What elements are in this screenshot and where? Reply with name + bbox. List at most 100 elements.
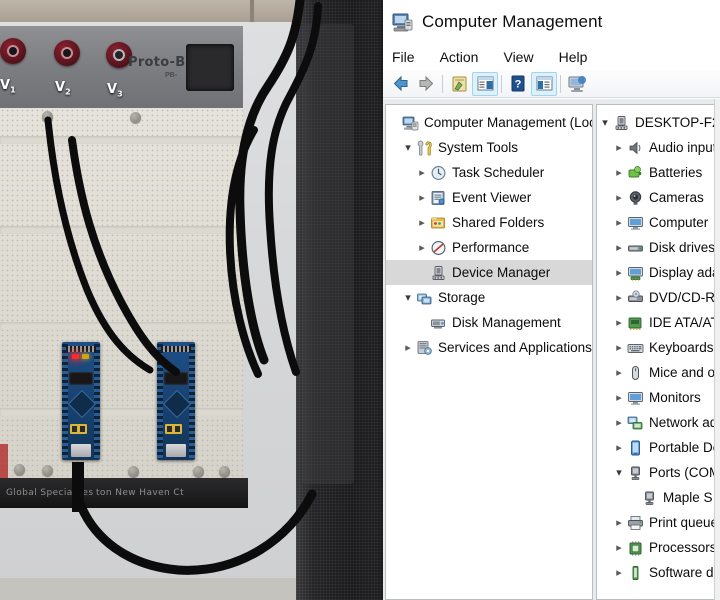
chevron-right-icon[interactable]: ▸ [611, 317, 627, 328]
chevron-right-icon[interactable]: ▸ [414, 167, 430, 178]
chevron-down-icon[interactable]: ▾ [400, 142, 416, 153]
dvd-drive-icon [627, 289, 644, 306]
device-category-portable-devices[interactable]: ▸ Portable De [597, 435, 720, 460]
clock-icon [430, 165, 447, 181]
chevron-right-icon[interactable]: ▸ [611, 392, 627, 403]
tree-item-disk-management-label: Disk Management [452, 315, 561, 330]
menu-file[interactable]: File [392, 49, 415, 65]
chevron-right-icon[interactable]: ▸ [611, 542, 627, 553]
tree-item-system-tools-label: System Tools [438, 140, 519, 155]
chevron-right-icon[interactable]: ▸ [611, 292, 627, 303]
battery-icon [627, 165, 644, 181]
chevron-right-icon[interactable]: ▸ [611, 192, 627, 203]
chevron-right-icon[interactable]: ▸ [414, 217, 430, 228]
device-category-dvd-cd-rom-drives[interactable]: ▸ DVD/CD-RO [597, 285, 720, 310]
tree-item-disk-management[interactable]: Disk Management [386, 310, 592, 335]
device-category-cameras[interactable]: ▸ Cameras [597, 185, 720, 210]
device-manager-tree: ▾ DESKTOP-F20U ▸ Audio input ▸ Batteries ▸ Came… [597, 105, 720, 585]
chevron-right-icon[interactable]: ▸ [611, 517, 627, 528]
device-category-network-adapters[interactable]: ▸ Network ad [597, 410, 720, 435]
device-category-audio-inputs-and-outputs[interactable]: ▸ Audio input [597, 135, 720, 160]
chevron-right-icon[interactable]: ▸ [611, 167, 627, 178]
device-root-desktop[interactable]: ▾ DESKTOP-F20U [597, 110, 720, 135]
device-category-keyboards-label: Keyboards [649, 340, 714, 355]
connect-to-another-computer-button[interactable] [564, 72, 590, 96]
chevron-right-icon[interactable]: ▸ [400, 342, 416, 353]
monitor-icon [627, 215, 644, 231]
tree-item-event-viewer[interactable]: ▸ Event Viewer [386, 185, 592, 210]
device-category-software-devices[interactable]: ▸ Software de [597, 560, 720, 585]
computer-management-icon [391, 11, 413, 33]
device-category-print-queues[interactable]: ▸ Print queue [597, 510, 720, 535]
device-manager-pane[interactable]: ▾ DESKTOP-F20U ▸ Audio input ▸ Batteries ▸ Came… [596, 104, 720, 600]
event-viewer-icon [430, 190, 447, 206]
chevron-right-icon[interactable]: ▸ [611, 242, 627, 253]
chevron-right-icon[interactable]: ▸ [611, 367, 627, 378]
device-category-mice-and-other-pointing-devices[interactable]: ▸ Mice and ot [597, 360, 720, 385]
forward-button[interactable] [413, 72, 439, 96]
device-category-computer-label: Computer [649, 215, 709, 230]
portable-device-icon [627, 440, 644, 456]
menu-view[interactable]: View [503, 49, 533, 65]
performance-icon [430, 240, 447, 256]
tree-item-services-and-applications[interactable]: ▸ Services and Applications [386, 335, 592, 360]
panes-container: Computer Management (Local ▾ System Tools ▸… [383, 99, 720, 600]
chevron-right-icon[interactable]: ▸ [611, 267, 627, 278]
console-tree-pane[interactable]: Computer Management (Local ▾ System Tools ▸… [385, 104, 593, 600]
device-category-keyboards[interactable]: ▸ Keyboards [597, 335, 720, 360]
chevron-right-icon[interactable]: ▸ [611, 567, 627, 578]
device-category-display-adapters[interactable]: ▸ Display ada [597, 260, 720, 285]
help-button[interactable]: ? [505, 72, 531, 96]
device-category-ports-com-and-lpt[interactable]: ▾ Ports (COM [597, 460, 720, 485]
chevron-down-icon[interactable]: ▾ [400, 292, 416, 303]
usb-cable-group [44, 0, 322, 575]
properties-button[interactable] [446, 72, 472, 96]
tree-item-system-tools[interactable]: ▾ System Tools [386, 135, 592, 160]
tree-item-device-manager-label: Device Manager [452, 265, 551, 280]
printer-icon [627, 515, 644, 531]
chevron-down-icon[interactable]: ▾ [611, 467, 627, 478]
device-category-disk-drives[interactable]: ▸ Disk drives [597, 235, 720, 260]
device-category-processors-label: Processors [649, 540, 717, 555]
tree-item-computer-management[interactable]: Computer Management (Local [386, 110, 592, 135]
toolbar-separator-3 [560, 74, 561, 93]
chevron-right-icon[interactable]: ▸ [611, 217, 627, 228]
tree-item-performance[interactable]: ▸ Performance [386, 235, 592, 260]
network-adapter-icon [627, 415, 644, 431]
system-tools-icon [416, 140, 433, 156]
device-category-mice-and-other-pointing-devices-label: Mice and ot [649, 365, 719, 380]
device-category-computer[interactable]: ▸ Computer [597, 210, 720, 235]
back-button[interactable] [387, 72, 413, 96]
chevron-right-icon[interactable]: ▸ [611, 417, 627, 428]
device-category-print-queues-label: Print queue [649, 515, 719, 530]
tree-item-shared-folders[interactable]: ▸ Shared Folders [386, 210, 592, 235]
chevron-right-icon[interactable]: ▸ [611, 142, 627, 153]
usb-cable-4 [68, 136, 180, 376]
device-category-network-adapters-label: Network ad [649, 415, 718, 430]
show-hide-action-pane-button[interactable] [531, 71, 557, 96]
tree-item-task-scheduler[interactable]: ▸ Task Scheduler [386, 160, 592, 185]
computer-management-icon [402, 115, 419, 131]
device-category-batteries[interactable]: ▸ Batteries [597, 160, 720, 185]
chevron-right-icon[interactable]: ▸ [414, 242, 430, 253]
device-category-ports-com-and-lpt-label: Ports (COM [649, 465, 720, 480]
device-category-software-devices-label: Software de [649, 565, 720, 580]
ide-controller-icon [627, 315, 644, 331]
device-category-processors[interactable]: ▸ Processors [597, 535, 720, 560]
device-category-monitors[interactable]: ▸ Monitors [597, 385, 720, 410]
menu-action[interactable]: Action [440, 49, 479, 65]
menu-help[interactable]: Help [559, 49, 588, 65]
chevron-right-icon[interactable]: ▸ [611, 342, 627, 353]
chevron-down-icon[interactable]: ▾ [597, 117, 613, 128]
chevron-right-icon[interactable]: ▸ [611, 442, 627, 453]
tree-item-storage[interactable]: ▾ Storage [386, 285, 592, 310]
chevron-right-icon[interactable]: ▸ [414, 192, 430, 203]
show-hide-console-tree-button[interactable] [472, 71, 498, 96]
storage-icon [416, 290, 433, 306]
device-category-ide-ata-atapi-controllers[interactable]: ▸ IDE ATA/ATA [597, 310, 720, 335]
computer-icon [613, 115, 630, 131]
window-vertical-scrollbar[interactable] [714, 99, 720, 600]
shared-folders-icon [430, 215, 447, 231]
device-maple-serial[interactable]: Maple S [597, 485, 720, 510]
tree-item-device-manager[interactable]: Device Manager [386, 260, 592, 285]
